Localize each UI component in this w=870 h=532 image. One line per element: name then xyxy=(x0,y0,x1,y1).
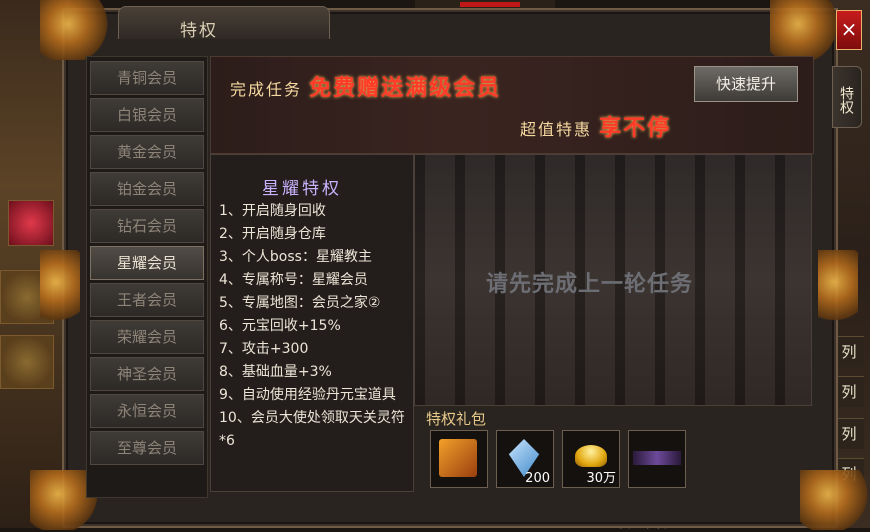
tab-privilege[interactable]: 特权 xyxy=(832,66,862,128)
banner-line-1-small: 完成任务 xyxy=(230,80,303,99)
background-label: 列 xyxy=(834,376,864,407)
gift-count: 200 xyxy=(525,471,550,486)
menu-item-starlight[interactable]: 星耀会员 xyxy=(90,246,204,280)
menu-item-supreme[interactable]: 至尊会员 xyxy=(90,431,204,465)
gift-slot[interactable] xyxy=(430,430,488,488)
window-title: 特权 xyxy=(180,21,218,41)
menu-item-gold[interactable]: 黄金会员 xyxy=(90,135,204,169)
close-icon: × xyxy=(840,17,858,41)
membership-menu: 青铜会员 白银会员 黄金会员 铂金会员 钻石会员 星耀会员 王者会员 荣耀会员 … xyxy=(86,56,208,498)
background-label: 列 xyxy=(834,418,864,449)
menu-item-bronze[interactable]: 青铜会员 xyxy=(90,61,204,95)
title-badge-icon xyxy=(633,451,681,465)
gift-slot[interactable]: 200 xyxy=(496,430,554,488)
privilege-item: 5、专属地图：会员之家② xyxy=(219,295,381,311)
privilege-item: 3、个人boss：星耀教主 xyxy=(219,249,372,265)
menu-item-platinum[interactable]: 铂金会员 xyxy=(90,172,204,206)
title-tab xyxy=(118,6,330,39)
banner-line-2: 超值特惠 享不停 xyxy=(520,110,671,142)
banner-line-2-big: 享不停 xyxy=(599,116,672,141)
menu-item-silver[interactable]: 白银会员 xyxy=(90,98,204,132)
gift-slot[interactable] xyxy=(628,430,686,488)
dragon-ornament-icon xyxy=(770,0,840,60)
menu-item-sacred[interactable]: 神圣会员 xyxy=(90,357,204,391)
skill-book-icon xyxy=(439,439,477,477)
gift-slot[interactable]: 30万 xyxy=(562,430,620,488)
dragon-ornament-icon xyxy=(818,250,858,330)
red-orb-icon[interactable] xyxy=(8,200,54,246)
privilege-item: 4、专属称号：星耀会员 xyxy=(219,272,368,288)
menu-item-king[interactable]: 王者会员 xyxy=(90,283,204,317)
banner-line-1-big: 免费赠送满级会员 xyxy=(309,76,502,101)
gold-ingot-icon xyxy=(575,445,607,467)
privilege-item: 6、元宝回收+15% xyxy=(219,318,341,334)
menu-item-diamond[interactable]: 钻石会员 xyxy=(90,209,204,243)
gift-label: 特权礼包 xyxy=(426,410,487,428)
privilege-title: 星耀特权 xyxy=(262,179,342,199)
banner-line-2-small: 超值特惠 xyxy=(520,120,593,139)
preview-message: 请先完成上一轮任务 xyxy=(486,272,694,297)
menu-item-glory[interactable]: 荣耀会员 xyxy=(90,320,204,354)
dragon-ornament-icon xyxy=(40,0,110,60)
privilege-list: 1、开启随身回收 2、开启随身仓库 3、个人boss：星耀教主 4、专属称号：星… xyxy=(219,200,409,453)
background-label: 列 xyxy=(834,336,864,367)
close-button[interactable]: × xyxy=(836,10,862,50)
privilege-item: 7、攻击+300 xyxy=(219,341,309,357)
banner-line-1: 完成任务 免费赠送满级会员 xyxy=(230,70,501,102)
privilege-item: 10、会员大使处领取天关灵符*6 xyxy=(219,410,405,449)
privilege-item: 2、开启随身仓库 xyxy=(219,226,326,242)
inventory-slot[interactable] xyxy=(0,335,54,389)
gift-count: 30万 xyxy=(586,471,616,486)
menu-item-eternal[interactable]: 永恒会员 xyxy=(90,394,204,428)
dragon-ornament-icon xyxy=(800,470,870,530)
privilege-item: 8、基础血量+3% xyxy=(219,364,332,380)
privilege-item: 9、自动使用经验丹元宝道具 xyxy=(219,387,396,403)
dragon-ornament-icon xyxy=(40,250,80,330)
hp-fill xyxy=(460,2,520,7)
quick-upgrade-button[interactable]: 快速提升 xyxy=(694,66,798,102)
privilege-item: 1、开启随身回收 xyxy=(219,203,326,219)
